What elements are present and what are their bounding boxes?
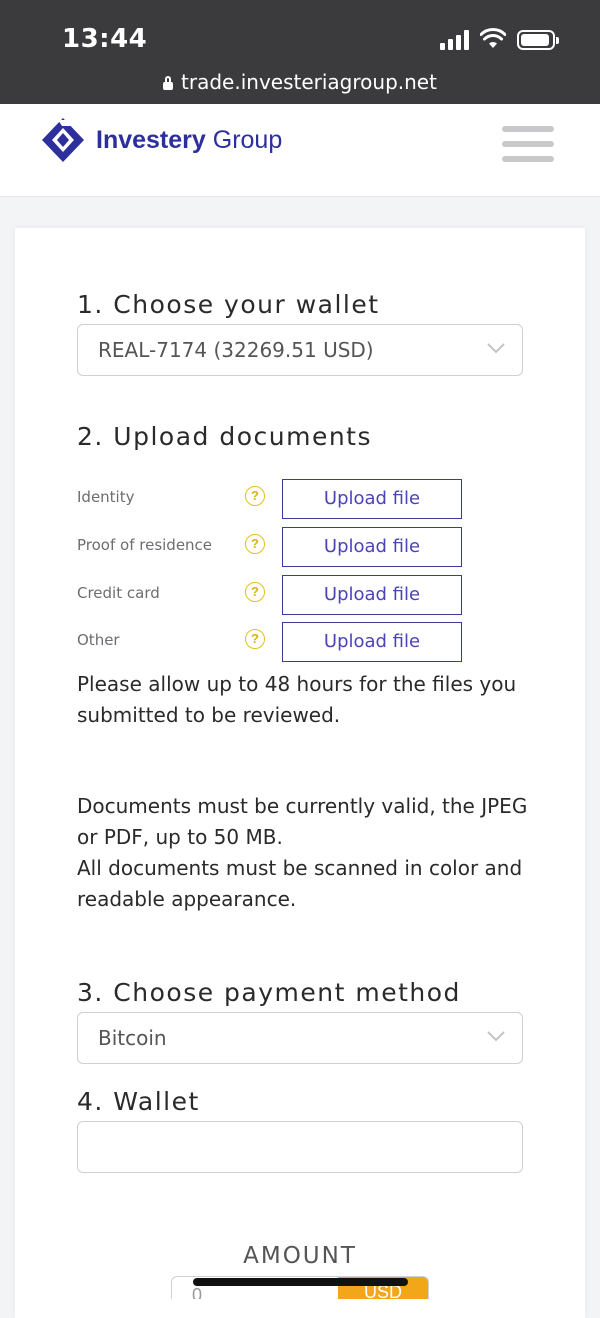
upload-proof-of-residence-button[interactable]: Upload file (282, 527, 462, 567)
site-header: Investery Group (0, 104, 600, 197)
section-title-documents: 2. Upload documents (77, 422, 373, 451)
payment-method-value: Bitcoin (98, 1026, 167, 1050)
doc-label-other: Other (77, 631, 120, 649)
upload-identity-button[interactable]: Upload file (282, 479, 462, 519)
help-icon[interactable]: ? (245, 486, 265, 506)
wallet-select[interactable]: REAL-7174 (32269.51 USD) (77, 324, 523, 376)
payment-method-select[interactable]: Bitcoin (77, 1012, 523, 1064)
url-text: trade.investeriagroup.net (181, 70, 437, 94)
chevron-down-icon (487, 343, 505, 354)
doc-label-credit-card: Credit card (77, 584, 160, 602)
brand-name-bold: Investery (96, 126, 206, 154)
requirements-note-1: Documents must be currently valid, the J… (77, 794, 528, 849)
logo-icon[interactable] (40, 116, 86, 164)
address-bar[interactable]: trade.investeriagroup.net (0, 70, 600, 94)
signal-icon (440, 30, 472, 50)
brand-name[interactable]: Investery Group (96, 126, 282, 155)
section-title-wallet-address: 4. Wallet (77, 1087, 200, 1116)
upload-credit-card-button[interactable]: Upload file (282, 575, 462, 615)
review-note: Please allow up to 48 hours for the file… (77, 672, 517, 727)
wifi-icon (480, 28, 506, 48)
home-indicator (193, 1278, 408, 1286)
help-icon[interactable]: ? (245, 534, 265, 554)
upload-other-button[interactable]: Upload file (282, 622, 462, 662)
help-icon[interactable]: ? (245, 582, 265, 602)
doc-label-identity: Identity (77, 488, 135, 506)
section-title-payment: 3. Choose payment method (77, 978, 461, 1007)
section-title-wallet: 1. Choose your wallet (77, 290, 380, 319)
help-icon[interactable]: ? (245, 629, 265, 649)
lock-icon (163, 76, 174, 90)
menu-icon[interactable] (502, 126, 554, 162)
brand-name-regular: Group (205, 126, 283, 154)
requirements-note-2: All documents must be scanned in color a… (77, 856, 523, 911)
amount-label: AMOUNT (243, 1243, 357, 1269)
clock: 13:44 (62, 24, 148, 54)
status-bar: 13:44 trade.investeriagroup.net (0, 0, 600, 104)
chevron-down-icon (487, 1031, 505, 1042)
amount-value: 0 (192, 1285, 203, 1299)
wallet-select-value: REAL-7174 (32269.51 USD) (98, 338, 374, 362)
wallet-address-input[interactable] (77, 1121, 523, 1173)
doc-label-proof-of-residence: Proof of residence (77, 536, 213, 554)
battery-icon (517, 30, 559, 50)
